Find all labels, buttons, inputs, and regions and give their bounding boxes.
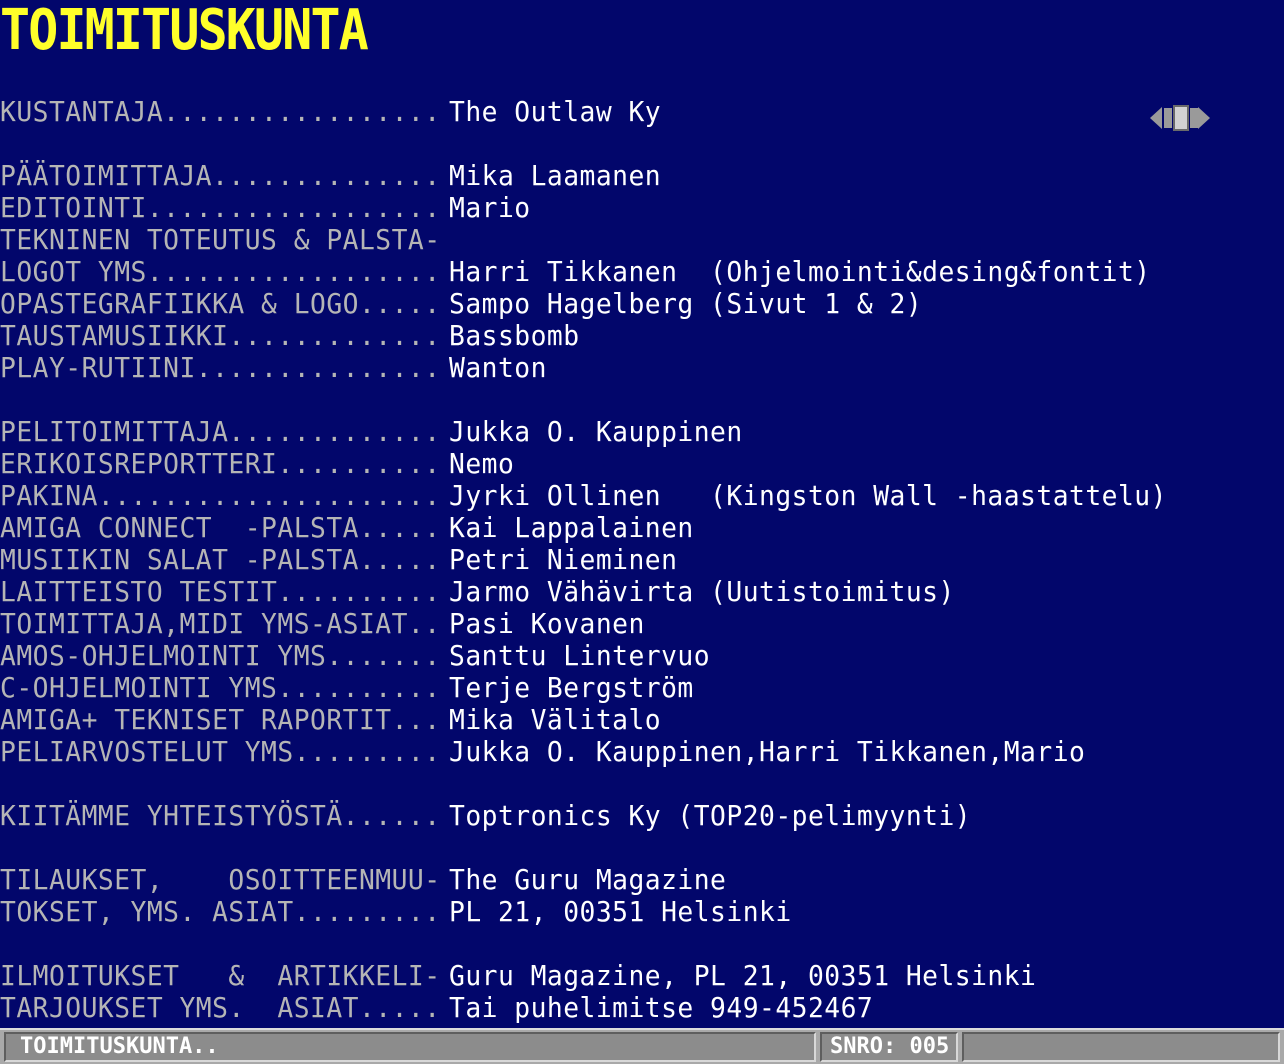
credit-row: TEKNINEN TOTEUTUS & PALSTA- — [0, 224, 1284, 256]
credit-label: AMOS-OHJELMOINTI YMS....... — [0, 639, 441, 672]
credit-label: KIITÄMME YHTEISTYÖSTÄ...... — [0, 799, 441, 832]
credit-value: Kai Lappalainen — [449, 511, 694, 544]
credit-label: C-OHJELMOINTI YMS.......... — [0, 671, 441, 704]
credit-label: PAKINA..................... — [0, 479, 441, 512]
credit-row: EDITOINTI.................. Mario — [0, 192, 1284, 224]
credit-label: TILAUKSET, OSOITTEENMUU- — [0, 863, 441, 896]
credit-label: TEKNINEN TOTEUTUS & PALSTA- — [0, 223, 441, 256]
credit-label: LAITTEISTO TESTIT.......... — [0, 575, 441, 608]
page-title: TOIMITUSKUNTA — [0, 0, 369, 63]
credit-row: LAITTEISTO TESTIT.......... Jarmo Vähävi… — [0, 576, 1284, 608]
credit-value: Mario — [449, 191, 531, 224]
credit-label: TOKSET, YMS. ASIAT......... — [0, 895, 441, 928]
credit-value: Sampo Hagelberg (Sivut 1 & 2) — [449, 287, 923, 320]
credit-value: Tai puhelimitse 949-452467 — [449, 991, 874, 1024]
credit-label: PÄÄTOIMITTAJA.............. — [0, 159, 441, 192]
credit-row: TARJOUKSET YMS. ASIAT..... Tai puhelimit… — [0, 992, 1284, 1024]
credit-value: Bassbomb — [449, 319, 580, 352]
credit-label: EDITOINTI.................. — [0, 191, 441, 224]
credit-value: Mika Laamanen — [449, 159, 662, 192]
status-page-title: TOIMITUSKUNTA.. — [4, 1032, 816, 1062]
credit-row: MUSIIKIN SALAT -PALSTA..... Petri Niemin… — [0, 544, 1284, 576]
status-bar: TOIMITUSKUNTA.. SNRO: 005 — [0, 1028, 1284, 1064]
credit-label: OPASTEGRAFIIKKA & LOGO..... — [0, 287, 441, 320]
credit-row: AMIGA CONNECT -PALSTA..... Kai Lappalain… — [0, 512, 1284, 544]
credit-label: ERIKOISREPORTTERI.......... — [0, 447, 441, 480]
credit-row: PÄÄTOIMITTAJA.............. Mika Laamane… — [0, 160, 1284, 192]
credit-row: LOGOT YMS.................. Harri Tikkan… — [0, 256, 1284, 288]
credit-value: Terje Bergström — [449, 671, 694, 704]
status-issue-number: SNRO: 005 — [820, 1032, 958, 1062]
credit-row: ERIKOISREPORTTERI.......... Nemo — [0, 448, 1284, 480]
credit-row: KUSTANTAJA................. The Outlaw K… — [0, 96, 1284, 128]
credit-value: Jukka O. Kauppinen — [449, 415, 743, 448]
credit-row: AMIGA+ TEKNISET RAPORTIT... Mika Välital… — [0, 704, 1284, 736]
credit-value: PL 21, 00351 Helsinki — [449, 895, 792, 928]
credit-label: LOGOT YMS.................. — [0, 255, 441, 288]
credit-row: ILMOITUKSET & ARTIKKELI- Guru Magazine, … — [0, 960, 1284, 992]
credit-row: PELIARVOSTELUT YMS......... Jukka O. Kau… — [0, 736, 1284, 768]
credit-row: PLAY-RUTIINI............... Wanton — [0, 352, 1284, 384]
credit-row: TOIMITTAJA,MIDI YMS-ASIAT.. Pasi Kovanen — [0, 608, 1284, 640]
credit-row: C-OHJELMOINTI YMS.......... Terje Bergst… — [0, 672, 1284, 704]
credit-label: TOIMITTAJA,MIDI YMS-ASIAT.. — [0, 607, 441, 640]
credit-label: AMIGA+ TEKNISET RAPORTIT... — [0, 703, 441, 736]
credit-row: PAKINA..................... Jyrki Olline… — [0, 480, 1284, 512]
credit-label: TARJOUKSET YMS. ASIAT..... — [0, 991, 441, 1024]
credit-label: ILMOITUKSET & ARTIKKELI- — [0, 959, 441, 992]
credit-value: Guru Magazine, PL 21, 00351 Helsinki — [449, 959, 1037, 992]
credit-label: AMIGA CONNECT -PALSTA..... — [0, 511, 441, 544]
credit-value: Santtu Lintervuo — [449, 639, 711, 672]
credit-row: KIITÄMME YHTEISTYÖSTÄ...... Toptronics K… — [0, 800, 1284, 832]
credit-label: PELITOIMITTAJA............. — [0, 415, 441, 448]
credit-row: TILAUKSET, OSOITTEENMUU- The Guru Magazi… — [0, 864, 1284, 896]
credit-value: Pasi Kovanen — [449, 607, 645, 640]
credit-value: Petri Nieminen — [449, 543, 678, 576]
credit-label: KUSTANTAJA................. — [0, 95, 441, 128]
magazine-page: TOIMITUSKUNTA KUSTANTAJA................… — [0, 0, 1284, 1064]
credit-label: MUSIIKIN SALAT -PALSTA..... — [0, 543, 441, 576]
credit-row: PELITOIMITTAJA............. Jukka O. Kau… — [0, 416, 1284, 448]
credit-label: PLAY-RUTIINI............... — [0, 351, 441, 384]
credit-value: Nemo — [449, 447, 515, 480]
credit-row: TOKSET, YMS. ASIAT......... PL 21, 00351… — [0, 896, 1284, 928]
credit-value: Jarmo Vähävirta (Uutistoimitus) — [449, 575, 955, 608]
credit-value: Jukka O. Kauppinen,Harri Tikkanen,Mario — [449, 735, 1086, 768]
credit-row: OPASTEGRAFIIKKA & LOGO..... Sampo Hagelb… — [0, 288, 1284, 320]
credit-label: TAUSTAMUSIIKKI............. — [0, 319, 441, 352]
credit-value: Toptronics Ky (TOP20-pelimyynti) — [449, 799, 972, 832]
credit-label: PELIARVOSTELUT YMS......... — [0, 735, 441, 768]
credit-value: Mika Välitalo — [449, 703, 662, 736]
credit-value: The Outlaw Ky — [449, 95, 662, 128]
credit-row: TAUSTAMUSIIKKI............. Bassbomb — [0, 320, 1284, 352]
credit-row: AMOS-OHJELMOINTI YMS....... Santtu Linte… — [0, 640, 1284, 672]
credit-value: Jyrki Ollinen (Kingston Wall -haastattel… — [449, 479, 1167, 512]
credit-value: The Guru Magazine — [449, 863, 727, 896]
credit-value: Harri Tikkanen (Ohjelmointi&desing&fonti… — [449, 255, 1151, 288]
credit-value: Wanton — [449, 351, 547, 384]
status-empty-field — [962, 1032, 1280, 1062]
